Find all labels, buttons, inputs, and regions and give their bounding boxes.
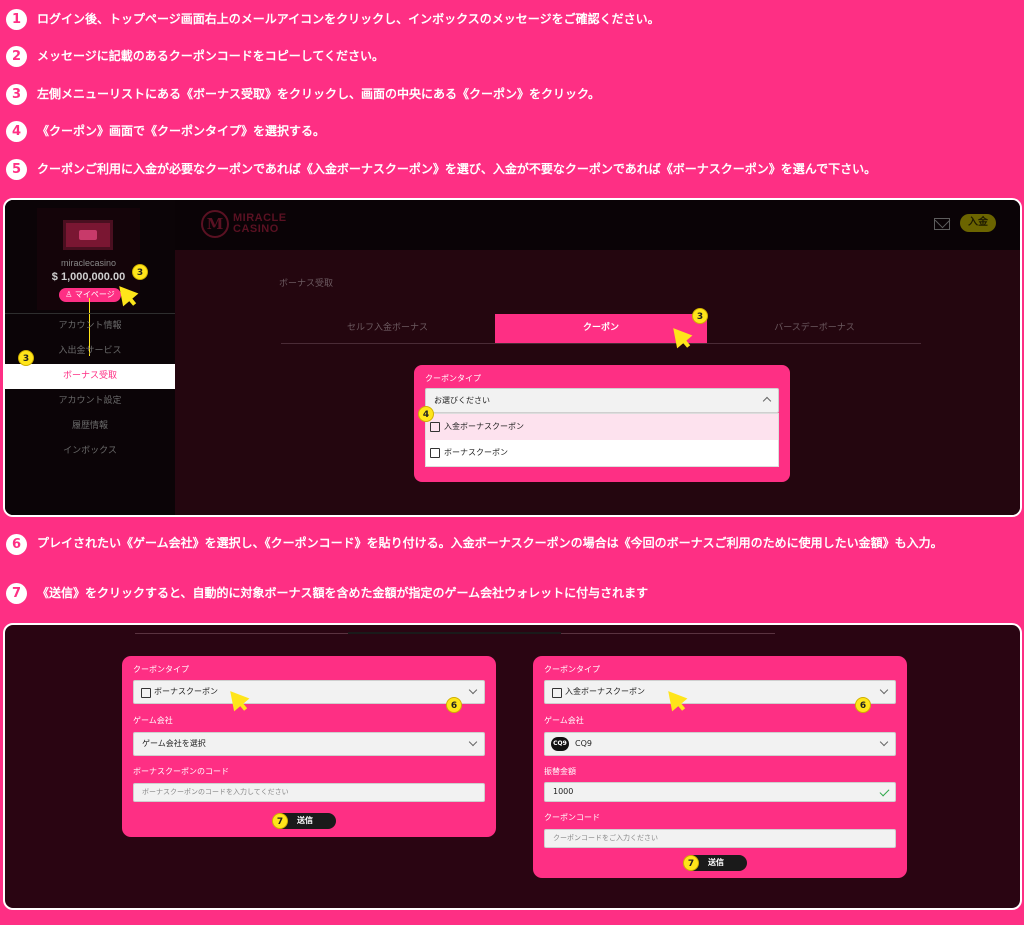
coupon-type-select[interactable]: お選びください: [425, 388, 779, 413]
screenshot-coupon-forms: クーポンタイプ ボーナスクーポン 6 ゲーム会社 ゲーム会社を選択 ボーナスクー…: [3, 623, 1022, 910]
step-badge: 3: [18, 350, 34, 366]
deposit-bonus-coupon-form: クーポンタイプ 入金ボーナスクーポン 6 ゲーム会社 CQ9 CQ9 振替金額 …: [533, 656, 907, 878]
coupon-type-dropdown: 入金ボーナスクーポン ボーナスクーポン: [425, 413, 779, 467]
step-badge: 6: [855, 697, 871, 713]
step-badge: 7: [272, 813, 288, 829]
brand-logo: M MIRACLE CASINO: [201, 210, 287, 238]
game-company-select[interactable]: ゲーム会社を選択: [133, 732, 485, 756]
bonus-coupon-form: クーポンタイプ ボーナスクーポン 6 ゲーム会社 ゲーム会社を選択 ボーナスクー…: [122, 656, 496, 837]
step-1: 1 ログイン後、トップページ画面右上のメールアイコンをクリックし、インボックスの…: [6, 9, 660, 33]
menu-item-account-info[interactable]: アカウント情報: [5, 314, 175, 339]
coupon-icon: [141, 688, 151, 698]
step-text: 《送信》をクリックすると、自動的に対象ボーナス額を含めた金額が指定のゲーム会社ウ…: [37, 586, 649, 600]
tab-birthday-bonus[interactable]: バースデーボーナス: [708, 314, 921, 343]
chevron-down-icon: [468, 737, 478, 747]
step-badge: 6: [446, 697, 462, 713]
coupon-icon: [552, 688, 562, 698]
menu-item-inbox[interactable]: インボックス: [5, 439, 175, 464]
game-company-label: ゲーム会社: [133, 716, 173, 725]
step-number: 3: [6, 84, 27, 105]
step-text: クーポンご利用に入金が必要なクーポンであれば《入金ボーナスクーポン》を選び、入金…: [37, 162, 877, 176]
game-company-select[interactable]: CQ9 CQ9: [544, 732, 896, 756]
coupon-icon: [430, 422, 440, 432]
chevron-down-icon: [879, 685, 889, 695]
tab-underline: [135, 625, 775, 634]
step-text: 左側メニューリストにある《ボーナス受取》をクリックし、画面の中央にある《クーポン…: [37, 87, 601, 101]
side-menu: アカウント情報 入出金サービス ボーナス受取 アカウント設定 履歴情報 インボッ…: [5, 313, 175, 464]
step-badge: 3: [692, 308, 708, 324]
step-number: 4: [6, 121, 27, 142]
brand-mark-icon: M: [201, 210, 229, 238]
mypage-button[interactable]: ♙ マイページ: [59, 288, 121, 302]
step-number: 5: [6, 159, 27, 180]
brand-text: MIRACLE CASINO: [233, 212, 287, 235]
coupon-code-input[interactable]: クーポンコードをご入力ください: [544, 829, 896, 848]
step-text: メッセージに記載のあるクーポンコードをコピーしてください。: [37, 49, 385, 63]
avatar: [63, 220, 113, 250]
coupon-type-label: クーポンタイプ: [133, 665, 189, 674]
chevron-down-icon: [879, 737, 889, 747]
step-3: 3 左側メニューリストにある《ボーナス受取》をクリックし、画面の中央にある《クー…: [6, 84, 600, 108]
coupon-code-input[interactable]: ボーナスクーポンのコードを入力してください: [133, 783, 485, 802]
page-title: ボーナス受取: [279, 279, 334, 289]
tab-self-deposit-bonus[interactable]: セルフ入金ボーナス: [281, 314, 494, 343]
coupon-code-label: クーポンコード: [544, 813, 600, 822]
select-value: お選びください: [434, 396, 490, 405]
bonus-tabs: セルフ入金ボーナス クーポン バースデーボーナス: [281, 314, 921, 344]
step-text: ログイン後、トップページ画面右上のメールアイコンをクリックし、インボックスのメッ…: [37, 12, 660, 26]
coupon-type-select[interactable]: 入金ボーナスクーポン: [544, 680, 896, 704]
coupon-icon: [430, 448, 440, 458]
step-number: 6: [6, 534, 27, 555]
chevron-up-icon: [762, 396, 772, 406]
step-6: 6 プレイされたい《ゲーム会社》を選択し、《クーポンコード》を貼り付ける。入金ボ…: [6, 534, 1017, 574]
step-badge: 4: [418, 406, 434, 422]
menu-item-bonus[interactable]: ボーナス受取: [5, 364, 175, 389]
coupon-type-box: クーポンタイプ お選びください 入金ボーナスクーポン ボーナスクーポン 4: [414, 365, 790, 482]
step-2: 2 メッセージに記載のあるクーポンコードをコピーしてください。: [6, 46, 384, 70]
checkmark-icon: [879, 786, 890, 797]
sidebar: miraclecasino $ 1,000,000.00 ♙ マイページ 3 ア…: [5, 200, 175, 515]
chevron-down-icon: [468, 685, 478, 695]
menu-item-history[interactable]: 履歴情報: [5, 414, 175, 439]
transfer-amount-label: 振替金額: [544, 767, 576, 776]
cq9-logo-icon: CQ9: [551, 737, 569, 751]
step-number: 7: [6, 583, 27, 604]
transfer-amount-input[interactable]: 1000: [544, 782, 896, 802]
step-5: 5 クーポンご利用に入金が必要なクーポンであれば《入金ボーナスクーポン》を選び、…: [6, 159, 876, 183]
coupon-type-select[interactable]: ボーナスクーポン: [133, 680, 485, 704]
step-badge: 3: [132, 264, 148, 280]
coupon-type-label: クーポンタイプ: [425, 374, 481, 383]
step-4: 4 《クーポン》画面で《クーポンタイプ》を選択する。: [6, 121, 325, 145]
step-text: プレイされたい《ゲーム会社》を選択し、《クーポンコード》を貼り付ける。入金ボーナ…: [37, 536, 943, 550]
coupon-code-label: ボーナスクーポンのコード: [133, 767, 229, 776]
step-number: 1: [6, 9, 27, 30]
option-deposit-bonus-coupon[interactable]: 入金ボーナスクーポン: [426, 414, 778, 440]
coupon-type-label: クーポンタイプ: [544, 665, 600, 674]
mail-icon[interactable]: [934, 218, 950, 230]
step-badge: 7: [683, 855, 699, 871]
username: miraclecasino: [60, 258, 117, 268]
step-number: 2: [6, 46, 27, 67]
deposit-button[interactable]: 入金: [960, 214, 996, 232]
option-bonus-coupon[interactable]: ボーナスクーポン: [426, 440, 778, 466]
step-7: 7 《送信》をクリックすると、自動的に対象ボーナス額を含めた金額が指定のゲーム会…: [6, 583, 648, 607]
menu-item-account-settings[interactable]: アカウント設定: [5, 389, 175, 414]
step-text: 《クーポン》画面で《クーポンタイプ》を選択する。: [37, 124, 326, 138]
screenshot-bonus-page: miraclecasino $ 1,000,000.00 ♙ マイページ 3 ア…: [3, 198, 1022, 517]
top-bar: M MIRACLE CASINO 入金: [175, 200, 1020, 250]
game-company-label: ゲーム会社: [544, 716, 584, 725]
